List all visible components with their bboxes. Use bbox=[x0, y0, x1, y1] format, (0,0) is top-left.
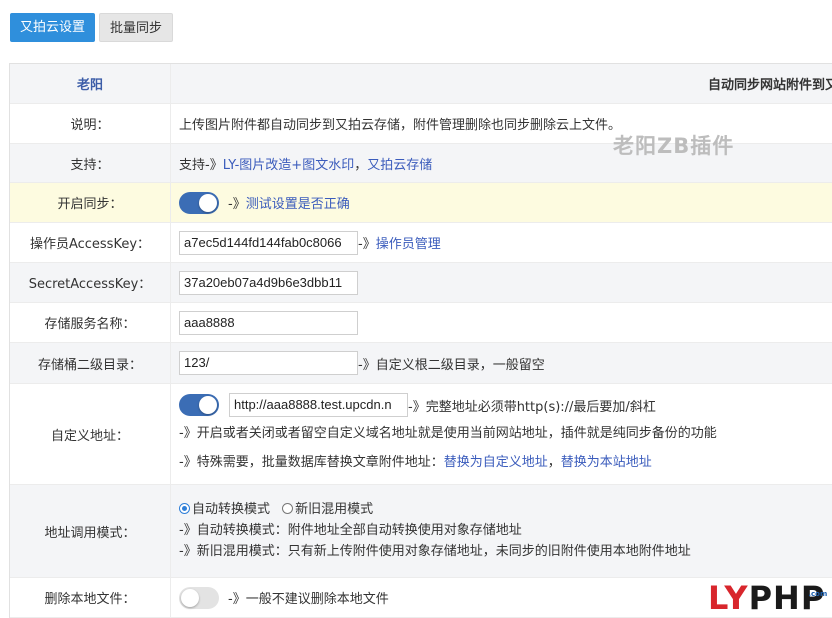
operator-key-value: a7ec5d144fd144fab0c8066 -》 操作员管理 bbox=[171, 223, 832, 262]
replace-prefix: -》特殊需要，批量数据库替换文章附件地址： bbox=[179, 455, 444, 470]
plugin-watermark: 老阳ZB插件 bbox=[613, 134, 735, 158]
support-separator: ， bbox=[354, 157, 368, 173]
row-subdirectory: 存储桶二级目录： 123/ -》自定义根二级目录，一般留空 bbox=[10, 343, 832, 384]
test-settings-link[interactable]: 测试设置是否正确 bbox=[246, 193, 350, 212]
delete-local-toggle[interactable] bbox=[179, 586, 219, 609]
row-enable-sync: 开启同步： -》 测试设置是否正确 bbox=[10, 183, 832, 223]
support-prefix: 支持-》 bbox=[179, 157, 223, 173]
address-mode-label: 地址调用模式： bbox=[10, 485, 171, 577]
support-label: 支持： bbox=[10, 144, 171, 182]
bucket-name-value: aaa8888 bbox=[171, 303, 832, 342]
subdirectory-note: -》自定义根二级目录，一般留空 bbox=[358, 357, 545, 373]
custom-domain-toggle[interactable] bbox=[179, 394, 219, 416]
radio-auto-mode-dot[interactable] bbox=[179, 503, 190, 514]
custom-domain-label: 自定义地址： bbox=[10, 384, 171, 484]
plugin-title: 自动同步网站附件到又 bbox=[707, 78, 832, 93]
enable-sync-value: -》 测试设置是否正确 bbox=[171, 183, 832, 222]
operator-accesskey-input[interactable]: a7ec5d144fd144fab0c8066 bbox=[179, 230, 358, 255]
replace-local-link[interactable]: 替换为本站地址 bbox=[561, 455, 652, 470]
secret-key-value: 37a20eb07a4d9b6e3dbb11 bbox=[171, 263, 832, 302]
subdirectory-value: 123/ -》自定义根二级目录，一般留空 bbox=[171, 343, 832, 383]
custom-domain-line3: -》特殊需要，批量数据库替换文章附件地址：替换为自定义地址，替换为本站地址 bbox=[179, 449, 652, 477]
enable-sync-label: 开启同步： bbox=[10, 183, 171, 222]
custom-domain-line1: http://aaa8888.test.upcdn.n -》完整地址必须带htt… bbox=[179, 391, 656, 419]
lyphp-logo: LYPHP .com bbox=[708, 578, 827, 618]
tab-batch-sync[interactable]: 批量同步 bbox=[99, 13, 174, 42]
delete-local-note: -》一般不建议删除本地文件 bbox=[228, 592, 389, 607]
row-bucket-name: 存储服务名称： aaa8888 bbox=[10, 303, 832, 343]
logo-part-ly: LY bbox=[708, 579, 749, 617]
operator-key-label: 操作员AccessKey： bbox=[10, 223, 171, 262]
subdirectory-label: 存储桶二级目录： bbox=[10, 343, 171, 383]
toggle-knob bbox=[181, 588, 199, 607]
address-mode-value: 自动转换模式 新旧混用模式 -》自动转换模式：附件地址全部自动转换使用对象存储地… bbox=[171, 485, 832, 577]
mode-note2: -》新旧混用模式：只有新上传附件使用对象存储地址，未同步的旧附件使用本地附件地址 bbox=[179, 544, 691, 559]
row-operator-key: 操作员AccessKey： a7ec5d144fd144fab0c8066 -》… bbox=[10, 223, 832, 263]
row-secret-key: SecretAccessKey： 37a20eb07a4d9b6e3dbb11 bbox=[10, 263, 832, 303]
replace-separator: ， bbox=[547, 455, 561, 470]
enable-sync-toggle[interactable] bbox=[179, 191, 219, 214]
replace-custom-link[interactable]: 替换为自定义地址 bbox=[444, 455, 548, 470]
table-header-row: 老阳 自动同步网站附件到又 bbox=[10, 64, 832, 104]
operator-arrow: -》 bbox=[358, 237, 376, 252]
custom-domain-input[interactable]: http://aaa8888.test.upcdn.n bbox=[229, 393, 408, 417]
radio-auto-mode-label: 自动转换模式 bbox=[192, 502, 271, 517]
sync-arrow: -》 bbox=[228, 197, 246, 212]
radio-auto-mode[interactable]: 自动转换模式 bbox=[179, 502, 270, 517]
row-custom-domain: 自定义地址： http://aaa8888.test.upcdn.n -》完整地… bbox=[10, 384, 832, 485]
tab-upyun-settings[interactable]: 又拍云设置 bbox=[10, 13, 96, 42]
radio-mixed-mode[interactable]: 新旧混用模式 bbox=[282, 502, 373, 517]
author-label: 老阳 bbox=[10, 64, 171, 103]
link-image-watermark[interactable]: LY-图片改造+图文水印 bbox=[223, 154, 355, 173]
link-upyun-storage[interactable]: 又拍云存储 bbox=[367, 154, 432, 173]
operator-management-link[interactable]: 操作员管理 bbox=[376, 233, 441, 252]
secret-accesskey-input[interactable]: 37a20eb07a4d9b6e3dbb11 bbox=[179, 270, 358, 295]
radio-mixed-mode-dot[interactable] bbox=[282, 503, 294, 514]
delete-local-label: 删除本地文件： bbox=[10, 578, 171, 617]
secret-key-label: SecretAccessKey： bbox=[10, 263, 171, 302]
tab-bar: 又拍云设置 批量同步 bbox=[10, 13, 174, 42]
bucket-name-label: 存储服务名称： bbox=[10, 303, 171, 342]
logo-suffix: .com bbox=[808, 590, 828, 598]
custom-domain-note2: -》开启或者关闭或者留空自定义域名地址就是使用当前网站地址，插件就是纯同步备份的… bbox=[179, 426, 717, 441]
toggle-knob bbox=[199, 193, 217, 212]
radio-mixed-mode-label: 新旧混用模式 bbox=[295, 502, 374, 517]
custom-domain-note1: -》完整地址必须带http(s)://最后要加/斜杠 bbox=[408, 399, 656, 415]
custom-domain-value: http://aaa8888.test.upcdn.n -》完整地址必须带htt… bbox=[171, 384, 832, 484]
mode-radio-group: 自动转换模式 新旧混用模式 bbox=[179, 500, 373, 520]
bucket-name-input[interactable]: aaa8888 bbox=[179, 310, 358, 335]
subdirectory-input[interactable]: 123/ bbox=[179, 351, 358, 375]
description-label: 说明： bbox=[10, 104, 171, 143]
toggle-knob bbox=[199, 396, 217, 414]
mode-note1: -》自动转换模式：附件地址全部自动转换使用对象存储地址 bbox=[179, 523, 522, 538]
row-address-mode: 地址调用模式： 自动转换模式 新旧混用模式 -》自动转换模式：附件地址全部自动转… bbox=[10, 485, 832, 578]
